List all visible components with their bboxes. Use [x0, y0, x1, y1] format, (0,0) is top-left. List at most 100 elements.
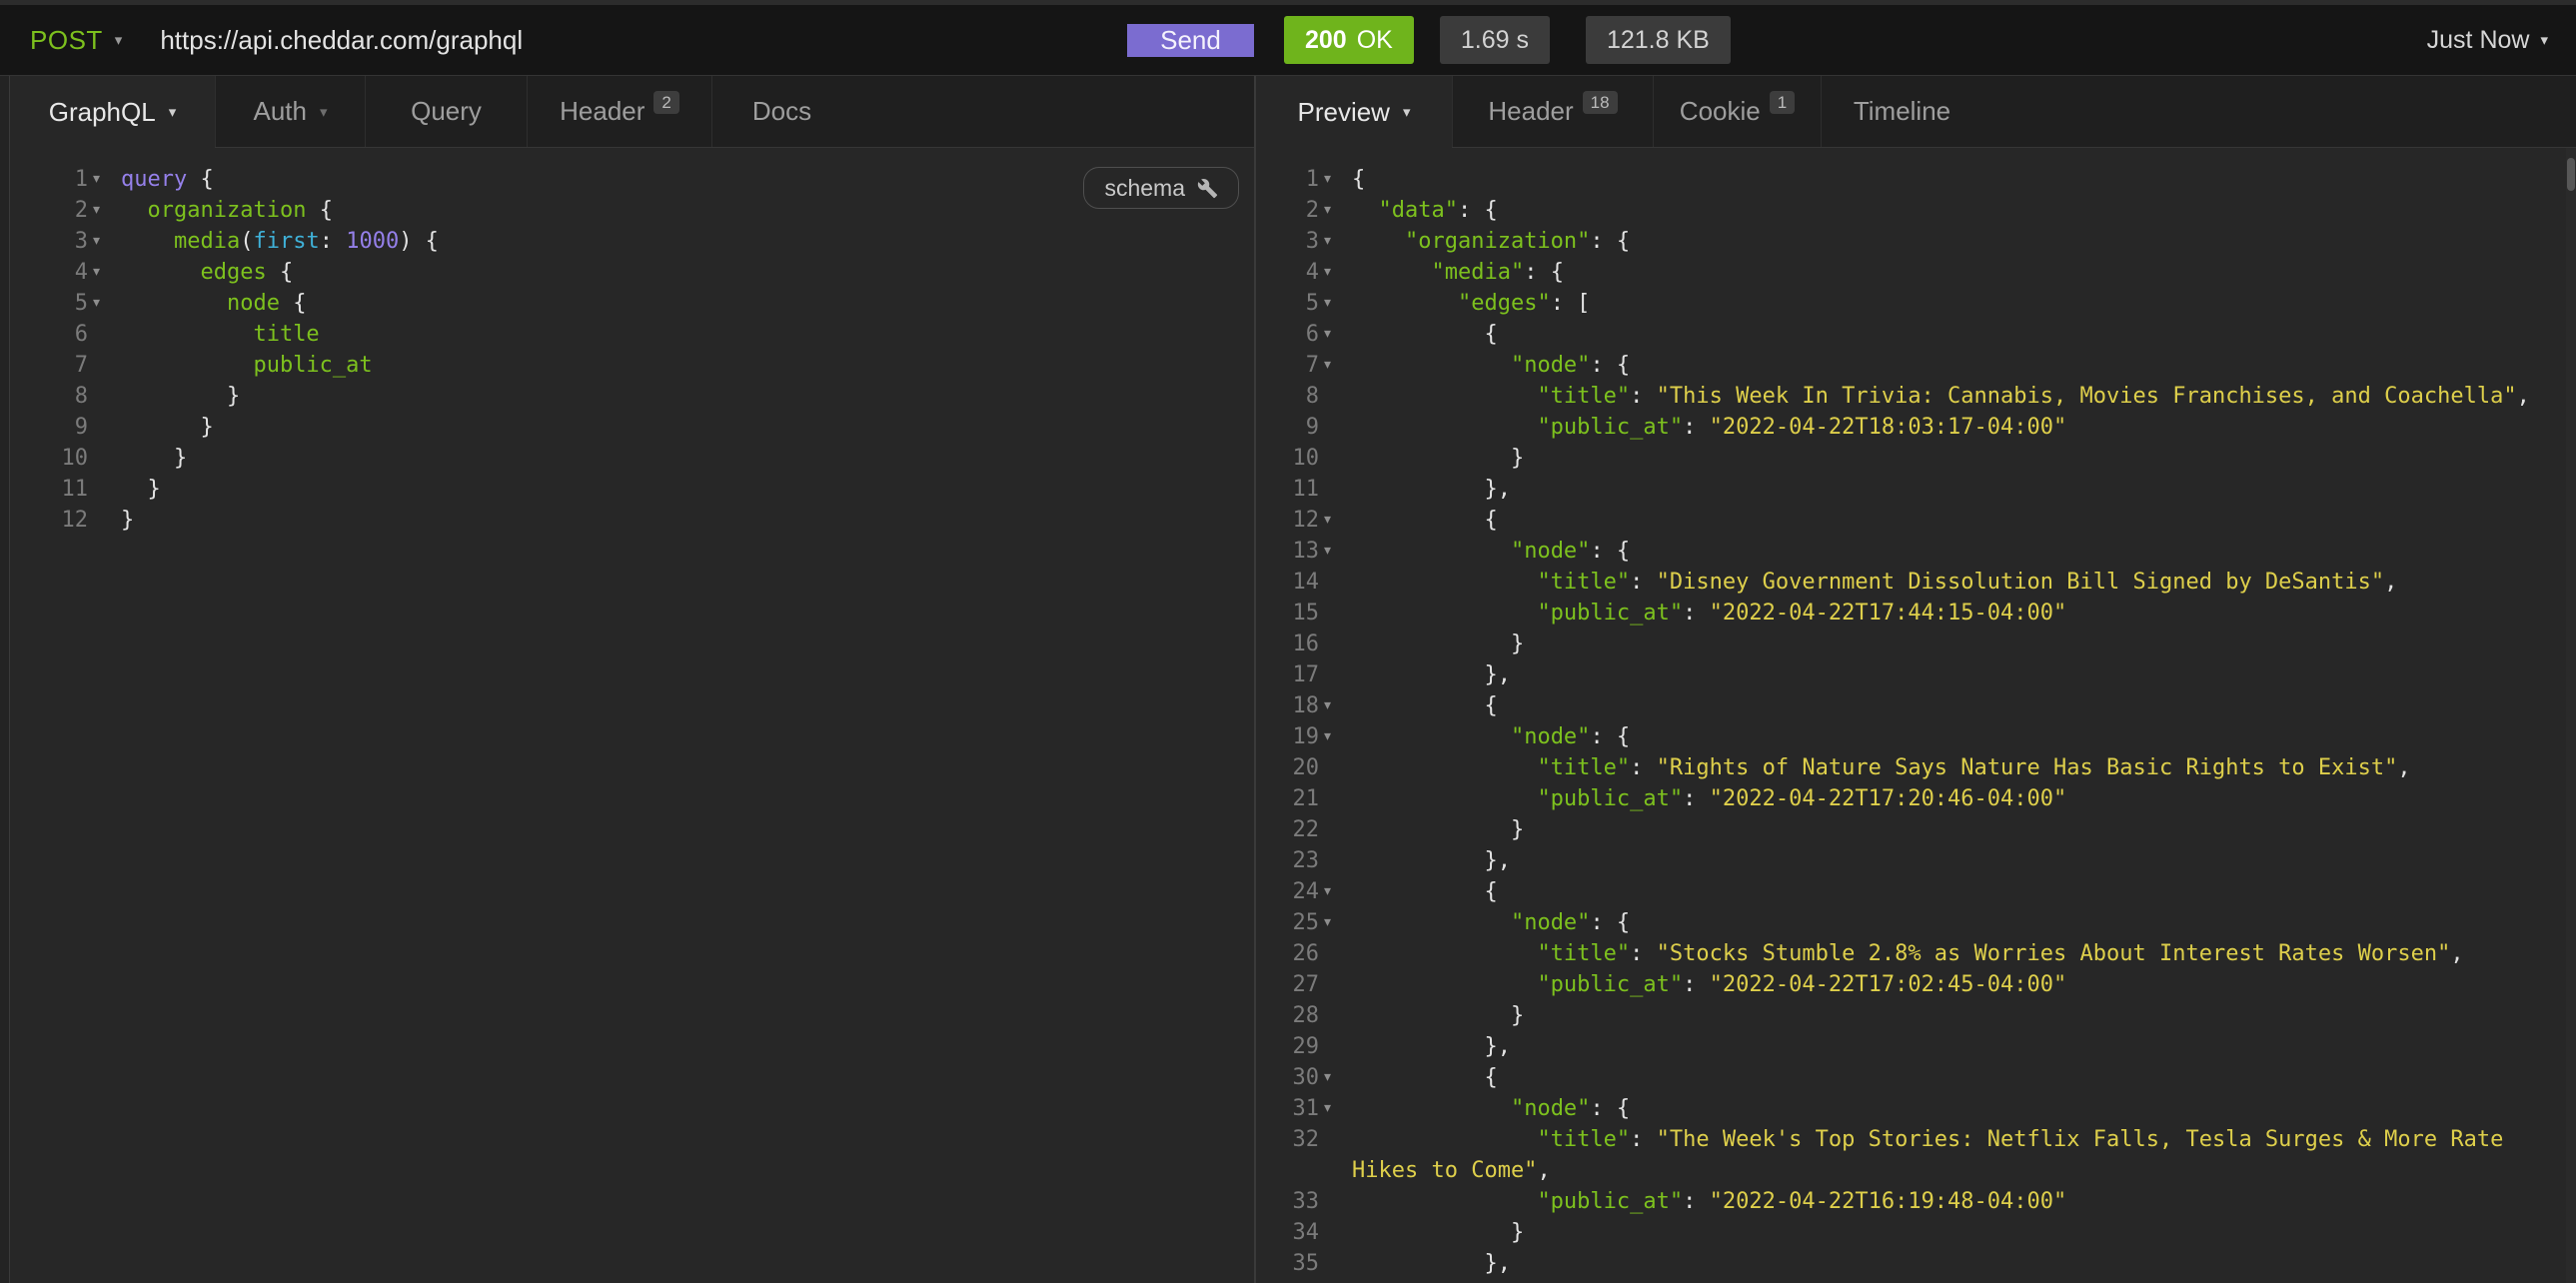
code-line[interactable]: 13▾ "node": { [1256, 536, 2576, 567]
fold-arrow-icon[interactable]: ▾ [1319, 288, 1336, 319]
code-line[interactable]: 16 } [1256, 629, 2576, 659]
url-input[interactable]: https://api.cheddar.com/graphql [160, 25, 523, 56]
code-line[interactable]: 2▾ "data": { [1256, 195, 2576, 226]
line-content[interactable]: "public_at": "2022-04-22T17:02:45-04:00" [1336, 969, 2576, 1000]
code-line[interactable]: 35 }, [1256, 1248, 2576, 1279]
code-line[interactable]: 11 }, [1256, 474, 2576, 505]
send-button[interactable]: Send [1127, 24, 1254, 57]
line-content[interactable]: "title": "The Week's Top Stories: Netfli… [1336, 1124, 2576, 1186]
line-content[interactable]: } [1336, 629, 2576, 659]
code-line[interactable]: 32 "title": "The Week's Top Stories: Net… [1256, 1124, 2576, 1186]
line-content[interactable]: "node": { [1336, 721, 2576, 752]
line-content[interactable]: }, [1336, 1248, 2576, 1279]
fold-arrow-icon[interactable]: ▾ [88, 195, 105, 226]
tab-query[interactable]: Query [365, 76, 527, 147]
line-content[interactable]: "node": { [1336, 1093, 2576, 1124]
line-content[interactable]: "title": "Stocks Stumble 2.8% as Worries… [1336, 938, 2576, 969]
fold-arrow-icon[interactable]: ▾ [1319, 257, 1336, 288]
line-content[interactable]: "node": { [1336, 536, 2576, 567]
code-line[interactable]: 7▾ "node": { [1256, 350, 2576, 381]
line-content[interactable]: "public_at": "2022-04-22T17:20:46-04:00" [1336, 783, 2576, 814]
code-line[interactable]: 11 } [10, 474, 1254, 505]
tab-cookie[interactable]: Cookie 1 [1653, 76, 1821, 147]
code-line[interactable]: 8 "title": "This Week In Trivia: Cannabi… [1256, 381, 2576, 412]
code-line[interactable]: 21 "public_at": "2022-04-22T17:20:46-04:… [1256, 783, 2576, 814]
graphql-query-editor[interactable]: 1▾query {2▾ organization {3▾ media(first… [10, 148, 1254, 1283]
line-content[interactable]: "node": { [1336, 350, 2576, 381]
schema-button[interactable]: schema [1083, 167, 1239, 209]
code-line[interactable]: 4▾ "media": { [1256, 257, 2576, 288]
response-preview-viewer[interactable]: 1▾{2▾ "data": {3▾ "organization": {4▾ "m… [1256, 148, 2576, 1283]
line-content[interactable]: { [1336, 690, 2576, 721]
fold-arrow-icon[interactable]: ▾ [1319, 350, 1336, 381]
line-content[interactable]: }, [1336, 659, 2576, 690]
line-content[interactable]: edges { [105, 257, 1254, 288]
fold-arrow-icon[interactable]: ▾ [1319, 164, 1336, 195]
response-history-dropdown[interactable]: Just Now ▾ [2427, 26, 2576, 55]
fold-arrow-icon[interactable]: ▾ [88, 288, 105, 319]
code-line[interactable]: 26 "title": "Stocks Stumble 2.8% as Worr… [1256, 938, 2576, 969]
tab-header[interactable]: Header 2 [527, 76, 711, 147]
fold-arrow-icon[interactable]: ▾ [1319, 319, 1336, 350]
fold-arrow-icon[interactable]: ▾ [1319, 907, 1336, 938]
line-content[interactable]: } [1336, 1000, 2576, 1031]
method-label[interactable]: POST [30, 25, 103, 56]
fold-arrow-icon[interactable]: ▾ [88, 226, 105, 257]
code-line[interactable]: 28 } [1256, 1000, 2576, 1031]
line-content[interactable]: }, [1336, 474, 2576, 505]
code-line[interactable]: 1▾query { [10, 164, 1254, 195]
code-line[interactable]: 25▾ "node": { [1256, 907, 2576, 938]
code-line[interactable]: 18▾ { [1256, 690, 2576, 721]
method-dropdown-caret-icon[interactable]: ▾ [115, 31, 123, 49]
fold-arrow-icon[interactable]: ▾ [88, 164, 105, 195]
fold-arrow-icon[interactable]: ▾ [1319, 1093, 1336, 1124]
code-line[interactable]: 19▾ "node": { [1256, 721, 2576, 752]
code-line[interactable]: 29 }, [1256, 1031, 2576, 1062]
code-line[interactable]: 7 public_at [10, 350, 1254, 381]
tab-timeline[interactable]: Timeline [1821, 76, 1982, 147]
code-line[interactable]: 3▾ "organization": { [1256, 226, 2576, 257]
line-content[interactable]: "title": "Disney Government Dissolution … [1336, 567, 2576, 598]
line-content[interactable]: } [1336, 814, 2576, 845]
code-line[interactable]: 10 } [10, 443, 1254, 474]
line-content[interactable]: }, [1336, 845, 2576, 876]
line-content[interactable]: { [1336, 876, 2576, 907]
line-content[interactable]: } [105, 474, 1254, 505]
line-content[interactable]: } [1336, 443, 2576, 474]
code-line[interactable]: 12▾ { [1256, 505, 2576, 536]
fold-arrow-icon[interactable]: ▾ [1319, 505, 1336, 536]
line-content[interactable]: } [105, 381, 1254, 412]
line-content[interactable]: }, [1336, 1031, 2576, 1062]
code-line[interactable]: 9 } [10, 412, 1254, 443]
fold-arrow-icon[interactable]: ▾ [1319, 1062, 1336, 1093]
line-content[interactable]: "title": "This Week In Trivia: Cannabis,… [1336, 381, 2576, 412]
code-line[interactable]: 27 "public_at": "2022-04-22T17:02:45-04:… [1256, 969, 2576, 1000]
code-line[interactable]: 17 }, [1256, 659, 2576, 690]
code-line[interactable]: 30▾ { [1256, 1062, 2576, 1093]
line-content[interactable]: "edges": [ [1336, 288, 2576, 319]
code-line[interactable]: 31▾ "node": { [1256, 1093, 2576, 1124]
code-line[interactable]: 10 } [1256, 443, 2576, 474]
line-content[interactable]: "public_at": "2022-04-22T17:44:15-04:00" [1336, 598, 2576, 629]
line-content[interactable]: "public_at": "2022-04-22T16:19:48-04:00" [1336, 1186, 2576, 1217]
line-content[interactable]: } [105, 505, 1254, 536]
line-content[interactable]: { [1336, 1279, 2576, 1283]
tab-response-header[interactable]: Header 18 [1452, 76, 1653, 147]
response-scrollbar[interactable] [2566, 148, 2576, 1283]
fold-arrow-icon[interactable]: ▾ [1319, 876, 1336, 907]
code-line[interactable]: 15 "public_at": "2022-04-22T17:44:15-04:… [1256, 598, 2576, 629]
graphql-query-code[interactable]: 1▾query {2▾ organization {3▾ media(first… [10, 148, 1254, 536]
fold-arrow-icon[interactable]: ▾ [1319, 1279, 1336, 1283]
code-line[interactable]: 5▾ node { [10, 288, 1254, 319]
code-line[interactable]: 24▾ { [1256, 876, 2576, 907]
code-line[interactable]: 33 "public_at": "2022-04-22T16:19:48-04:… [1256, 1186, 2576, 1217]
fold-arrow-icon[interactable]: ▾ [1319, 195, 1336, 226]
fold-arrow-icon[interactable]: ▾ [88, 257, 105, 288]
fold-arrow-icon[interactable]: ▾ [1319, 536, 1336, 567]
code-line[interactable]: 4▾ edges { [10, 257, 1254, 288]
line-content[interactable]: "title": "Rights of Nature Says Nature H… [1336, 752, 2576, 783]
line-content[interactable]: node { [105, 288, 1254, 319]
sidebar-drag-handle[interactable] [0, 76, 10, 1283]
code-line[interactable]: 9 "public_at": "2022-04-22T18:03:17-04:0… [1256, 412, 2576, 443]
tab-body-type[interactable]: GraphQL ▾ [10, 76, 215, 148]
